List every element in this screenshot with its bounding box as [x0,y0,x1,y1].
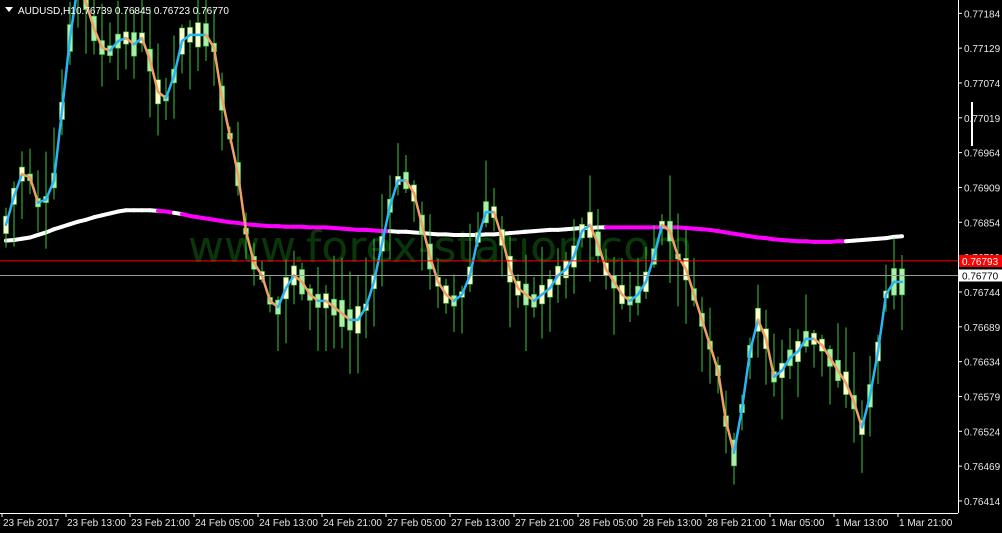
y-tick-label: 0.76964 [964,149,1001,160]
ohlc-values: 0.76739 0.76845 0.76723 0.76770 [76,6,229,17]
y-tick-label: 0.76854 [964,218,1001,229]
y-tick-label: 0.76414 [964,497,1001,508]
y-tick-label: 0.76524 [964,427,1001,438]
x-tick-label: 28 Feb 13:00 [643,518,702,529]
x-tick-label: 24 Feb 13:00 [259,518,318,529]
x-tick-label: 1 Mar 13:00 [835,518,889,529]
x-tick-label: 28 Feb 21:00 [707,518,766,529]
y-tick-label: 0.76469 [964,462,1001,473]
y-tick-label: 0.77129 [964,44,1001,55]
x-tick-label: 27 Feb 21:00 [515,518,574,529]
y-tick-label: 0.77019 [964,114,1001,125]
y-tick-label: 0.76909 [964,183,1001,194]
current-price-tag-label: 0.76770 [962,272,999,283]
x-tick-label: 23 Feb 2017 [3,518,60,529]
red-price-tag-label: 0.76793 [962,257,999,268]
title-bar: AUDUSD,H1 0.76739 0.76845 0.76723 0.7677… [5,6,229,17]
x-tick-label: 1 Mar 05:00 [771,518,825,529]
long-ma-segment [892,234,904,239]
y-tick-label: 0.76689 [964,323,1001,334]
x-tick-label: 27 Feb 05:00 [387,518,446,529]
price-chart[interactable]: www.forex-station.com 0.77184 0.77129 0.77… [0,0,1002,533]
y-tick-label: 0.76579 [964,392,1001,403]
x-tick-label: 28 Feb 05:00 [579,518,638,529]
y-tick-label: 0.77184 [964,9,1001,20]
y-tick-label: 0.76634 [964,358,1001,369]
x-tick-label: 24 Feb 05:00 [195,518,254,529]
x-tick-label: 23 Feb 21:00 [131,518,190,529]
y-tick-label: 0.77074 [964,79,1001,90]
y-tick-label: 0.76744 [964,288,1001,299]
symbol-timeframe: AUDUSD,H1 [18,6,76,17]
x-tick-label: 1 Mar 21:00 [899,518,953,529]
x-tick-label: 24 Feb 21:00 [323,518,382,529]
watermark-text: www.forex-station.com [188,222,693,273]
x-tick-label: 27 Feb 13:00 [451,518,510,529]
x-tick-label: 23 Feb 13:00 [67,518,126,529]
